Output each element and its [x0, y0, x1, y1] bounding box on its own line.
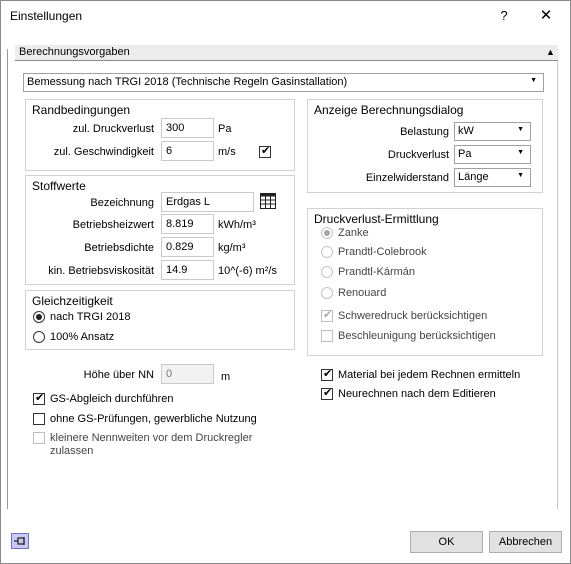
radio-prandtl-colebrook-label: Prandtl-Colebrook — [338, 246, 427, 258]
radio-prandtl-colebrook[interactable] — [321, 246, 333, 258]
schweredruck-label: Schweredruck berücksichtigen — [338, 310, 488, 322]
hoehe-input[interactable]: 0 — [161, 364, 214, 384]
radio-renouard-label: Renouard — [338, 287, 387, 299]
radio-prandtl-karman[interactable] — [321, 266, 333, 278]
group-title-gleichzeitigkeit: Gleichzeitigkeit — [31, 294, 114, 308]
bezeichnung-label: Bezeichnung — [90, 197, 154, 209]
druckverlust-unit: Pa — [218, 123, 232, 135]
ohne-gs-checkbox[interactable] — [33, 413, 45, 425]
material-checkbox[interactable]: ✔ — [321, 368, 333, 381]
radio-trgi-label: nach TRGI 2018 — [50, 311, 131, 323]
belastung-label: Belastung — [400, 126, 449, 138]
geschwindigkeit-checkbox[interactable]: ✔ — [259, 145, 271, 158]
anzeige-druckverlust-value: Pa — [458, 148, 472, 160]
heizwert-input[interactable]: 8.819 — [161, 214, 214, 234]
norm-select[interactable]: Bemessung nach TRGI 2018 (Technische Reg… — [23, 73, 544, 92]
gs-abgleich-checkbox[interactable]: ✔ — [33, 392, 45, 405]
radio-zanke[interactable] — [321, 227, 333, 239]
radio-100-ansatz[interactable] — [33, 331, 45, 343]
chevron-down-icon: ▼ — [517, 126, 524, 133]
viskositaet-label: kin. Betriebsviskosität — [48, 265, 154, 277]
radio-100-ansatz-label: 100% Ansatz — [50, 331, 115, 343]
chevron-down-icon: ▼ — [530, 77, 537, 84]
bezeichnung-value: Erdgas L — [166, 196, 211, 208]
bezeichnung-input[interactable]: Erdgas L — [161, 192, 254, 212]
druckverlust-label: zul. Druckverlust — [72, 123, 154, 135]
chevron-down-icon: ▼ — [517, 172, 524, 179]
norm-select-value: Bemessung nach TRGI 2018 (Technische Reg… — [27, 76, 348, 88]
geschwindigkeit-unit: m/s — [218, 146, 236, 158]
dichte-unit: kg/m³ — [218, 242, 246, 254]
check-icon: ✔ — [35, 392, 45, 404]
kleinere-nennweiten-label-2: zulassen — [50, 445, 94, 457]
section-title: Berechnungsvorgaben — [19, 46, 130, 58]
anzeige-druckverlust-select[interactable]: Pa ▼ — [454, 145, 531, 164]
einzelwiderstand-label: Einzelwiderstand — [365, 172, 449, 184]
viskositaet-input[interactable]: 14.9 — [161, 260, 214, 280]
dichte-input[interactable]: 0.829 — [161, 237, 214, 257]
geschwindigkeit-value: 6 — [166, 145, 173, 157]
radio-prandtl-karman-label: Prandtl-Kármán — [338, 266, 416, 278]
group-title-stoffwerte: Stoffwerte — [31, 179, 87, 193]
scrollbar[interactable] — [557, 61, 558, 509]
viskositaet-value: 14.9 — [166, 264, 188, 276]
hoehe-value: 0 — [166, 368, 173, 380]
heizwert-value: 8.819 — [166, 218, 194, 230]
ohne-gs-label: ohne GS-Prüfungen, gewerbliche Nutzung — [50, 413, 257, 425]
group-title-randbedingungen: Randbedingungen — [31, 103, 132, 117]
schweredruck-checkbox[interactable]: ✔ — [321, 309, 333, 322]
table-icon[interactable] — [259, 192, 277, 210]
content-frame — [7, 49, 8, 509]
check-icon: ✔ — [261, 145, 271, 157]
close-button[interactable]: ✕ — [531, 5, 561, 27]
viskositaet-unit: 10^(-6) m²/s — [218, 265, 277, 277]
heizwert-label: Betriebsheizwert — [72, 219, 154, 231]
collapse-up-icon[interactable]: ▲ — [546, 47, 555, 57]
help-button[interactable]: ? — [489, 5, 519, 27]
radio-trgi[interactable] — [33, 311, 45, 323]
beschleunigung-label: Beschleunigung berücksichtigen — [338, 330, 496, 342]
neurechnen-checkbox[interactable]: ✔ — [321, 387, 333, 400]
radio-dot — [324, 230, 330, 236]
einzelwiderstand-value: Länge — [458, 171, 489, 183]
check-icon: ✔ — [323, 387, 333, 399]
heizwert-unit: kWh/m³ — [218, 219, 256, 231]
ok-button[interactable]: OK — [410, 531, 483, 553]
geschwindigkeit-label: zul. Geschwindigkeit — [53, 146, 154, 158]
neurechnen-label: Neurechnen nach dem Editieren — [338, 388, 496, 400]
section-header[interactable]: Berechnungsvorgaben — [15, 45, 558, 61]
radio-renouard[interactable] — [321, 287, 333, 299]
hoehe-unit: m — [221, 371, 231, 383]
radio-zanke-label: Zanke — [338, 227, 369, 239]
dichte-value: 0.829 — [166, 241, 194, 253]
group-title-ermittlung: Druckverlust-Ermittlung — [313, 212, 440, 226]
hoehe-label: Höhe über NN — [83, 369, 154, 381]
material-label: Material bei jedem Rechnen ermitteln — [338, 369, 521, 381]
druckverlust-value: 300 — [166, 122, 185, 134]
druckverlust-input[interactable]: 300 — [161, 118, 214, 138]
window-title: Einstellungen — [10, 9, 83, 23]
gs-abgleich-label: GS-Abgleich durchführen — [50, 393, 174, 405]
settings-dialog: Einstellungen ? ✕ Berechnungsvorgaben ▲ … — [0, 0, 571, 564]
check-icon: ✔ — [323, 368, 333, 380]
kleinere-nennweiten-checkbox[interactable] — [33, 432, 45, 444]
check-icon: ✔ — [323, 309, 333, 321]
radio-dot — [36, 314, 42, 320]
cancel-button[interactable]: Abbrechen — [489, 531, 562, 553]
group-title-anzeige: Anzeige Berechnungsdialog — [313, 103, 465, 117]
beschleunigung-checkbox[interactable] — [321, 330, 333, 342]
belastung-select[interactable]: kW ▼ — [454, 122, 531, 141]
title-bar: Einstellungen ? ✕ — [1, 1, 570, 32]
geschwindigkeit-input[interactable]: 6 — [161, 141, 214, 161]
pin-icon[interactable] — [11, 533, 29, 549]
belastung-value: kW — [458, 125, 474, 137]
kleinere-nennweiten-label-1: kleinere Nennweiten vor dem Druckregler — [50, 432, 253, 444]
einzelwiderstand-select[interactable]: Länge ▼ — [454, 168, 531, 187]
dichte-label: Betriebsdichte — [84, 242, 154, 254]
anzeige-druckverlust-label: Druckverlust — [387, 149, 449, 161]
chevron-down-icon: ▼ — [517, 149, 524, 156]
